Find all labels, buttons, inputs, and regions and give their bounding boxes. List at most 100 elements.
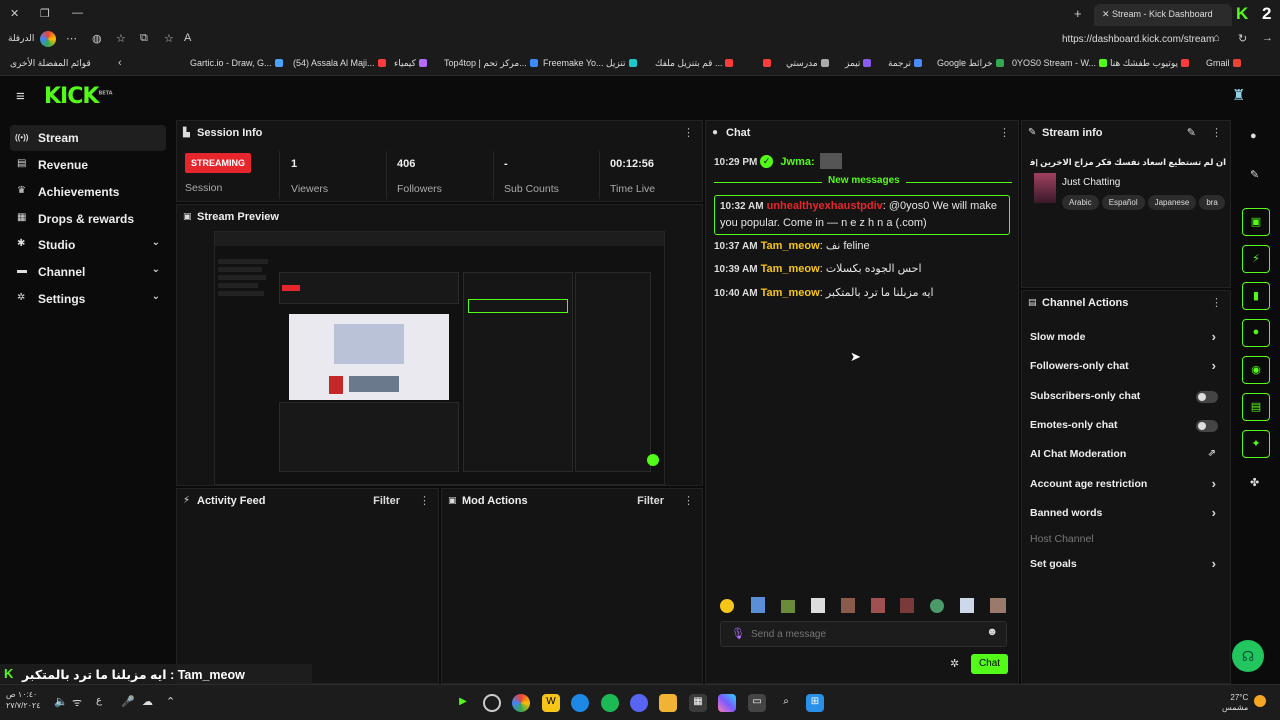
- wifi-icon[interactable]: ᯤ: [72, 695, 82, 710]
- bookmark-item[interactable]: 0YOS0 Stream - W...: [1012, 58, 1108, 68]
- bookmark-item[interactable]: Gartic.io - Draw, G...: [190, 58, 283, 68]
- chat-message-highlighted[interactable]: 10:32 AM unhealthyexhaustpdiv: @0yos0 We…: [714, 195, 1010, 235]
- user-avatar[interactable]: ♜: [1232, 86, 1245, 104]
- url-text[interactable]: https://dashboard.kick.com/stream: [1062, 34, 1214, 45]
- bookmark-item[interactable]: Google خرائط: [937, 58, 1004, 69]
- emote-icon[interactable]: [990, 598, 1006, 613]
- kebab-menu-icon[interactable]: ⋮: [419, 494, 430, 507]
- profile-avatar-icon[interactable]: [40, 31, 56, 47]
- obs-icon[interactable]: [483, 694, 501, 712]
- sidebar-item-stream[interactable]: ((•)) Stream: [10, 125, 166, 151]
- cloud-icon[interactable]: ☁: [142, 695, 153, 708]
- support-headset-icon[interactable]: ☊: [1232, 640, 1264, 672]
- emote-icon[interactable]: [871, 598, 885, 613]
- ai-chat-moderation-item[interactable]: AI Chat Moderation ⇗: [1030, 448, 1220, 470]
- collections-icon[interactable]: ◍: [92, 32, 102, 45]
- hamburger-menu-icon[interactable]: ≡: [16, 88, 25, 105]
- chat-message[interactable]: 10:39 AM Tam_meow: احس الجوده بكسلات: [714, 261, 1008, 278]
- profile-label[interactable]: الدرفلة: [8, 33, 34, 44]
- kick-studio-icon[interactable]: ▶: [454, 694, 472, 712]
- category-name[interactable]: Just Chatting: [1062, 177, 1120, 188]
- microphone-icon[interactable]: 🎤: [121, 695, 135, 708]
- clock[interactable]: ١٠:٤٠ ص ٢٧/٧/٢٠٢٤: [6, 689, 41, 711]
- bookmark-item[interactable]: ترجمة: [888, 58, 923, 69]
- new-tab-icon[interactable]: +: [1074, 6, 1082, 21]
- chevron-up-icon[interactable]: ⌃: [166, 695, 175, 708]
- tag-pill[interactable]: Arabic: [1062, 195, 1099, 210]
- extensions-icon[interactable]: ⧉: [140, 32, 148, 45]
- sidebar-item-drops-rewards[interactable]: ▦ Drops & rewards: [10, 206, 166, 232]
- refresh-icon[interactable]: ↻: [1238, 32, 1247, 45]
- bookmark-item[interactable]: كيمياء: [394, 58, 427, 69]
- emotes-only-toggle[interactable]: [1196, 420, 1218, 432]
- volume-icon[interactable]: 🔈: [54, 695, 68, 708]
- emote-icon[interactable]: [960, 598, 974, 613]
- task-view-icon[interactable]: ▭: [748, 694, 766, 712]
- tag-pill[interactable]: Español: [1101, 195, 1145, 210]
- restore-icon[interactable]: ❐: [40, 7, 50, 20]
- chevron-left-icon[interactable]: ‹: [118, 57, 122, 69]
- forward-icon[interactable]: →: [1262, 32, 1273, 44]
- bookmark-item[interactable]: (54) Assala Al Maji...: [293, 58, 386, 68]
- sidebar-item-settings[interactable]: ✲ Settings ⌄: [10, 286, 166, 312]
- pinned-message[interactable]: 10:29 PM ✓ Jwma:: [714, 153, 1008, 171]
- language-icon[interactable]: ع: [96, 695, 102, 706]
- discord-icon[interactable]: [630, 694, 648, 712]
- more-icon[interactable]: ⋯: [66, 32, 77, 45]
- activity-filter-button[interactable]: Filter: [373, 495, 400, 507]
- pencil-icon[interactable]: ✎: [1250, 168, 1259, 181]
- read-aloud-icon[interactable]: A: [184, 32, 191, 44]
- kebab-menu-icon[interactable]: ⋮: [683, 494, 694, 507]
- bookmark-item[interactable]: Gmail: [1206, 58, 1241, 68]
- minimize-icon[interactable]: —: [72, 7, 83, 19]
- emote-icon[interactable]: [930, 599, 944, 613]
- rail-mod-button[interactable]: ▮: [1242, 282, 1270, 310]
- emote-icon[interactable]: [751, 597, 765, 613]
- spotify-icon[interactable]: [601, 694, 619, 712]
- chat-input-box[interactable]: 🎙 ☻: [720, 621, 1007, 647]
- emote-icon[interactable]: [811, 598, 825, 613]
- whiteboard-icon[interactable]: W: [542, 694, 560, 712]
- emoji-picker-icon[interactable]: ☻: [986, 626, 998, 638]
- bookmark-item[interactable]: [760, 58, 771, 68]
- close-icon[interactable]: ✕: [10, 7, 19, 20]
- kebab-menu-icon[interactable]: ⋮: [683, 126, 694, 139]
- bookmark-item[interactable]: قم بتنزيل ملفك ...: [655, 58, 734, 69]
- layout-icon[interactable]: ✤: [1250, 476, 1259, 489]
- set-goals-item[interactable]: Set goals ›: [1030, 556, 1220, 580]
- bookmark-item[interactable]: تيمز: [845, 58, 872, 69]
- rail-session-button[interactable]: ▣: [1242, 208, 1270, 236]
- emote-icon[interactable]: [900, 598, 914, 613]
- chrome-icon[interactable]: [512, 694, 530, 712]
- subscribers-only-toggle[interactable]: [1196, 391, 1218, 403]
- bookmark-other-favorites[interactable]: قوائم المفضلة الأخرى: [10, 58, 91, 69]
- edit-icon[interactable]: ✎: [1187, 126, 1196, 139]
- browser-tab[interactable]: ✕ Stream - Kick Dashboard: [1094, 4, 1232, 26]
- sidebar-item-channel[interactable]: ▬ Channel ⌄: [10, 259, 166, 285]
- tag-pill[interactable]: bra: [1199, 195, 1225, 210]
- emote-icon[interactable]: [781, 600, 795, 613]
- sidebar-item-revenue[interactable]: ▤ Revenue: [10, 152, 166, 178]
- bookmark-item[interactable]: Top4top | مركز تحم...: [444, 58, 538, 69]
- kebab-menu-icon[interactable]: ⋮: [999, 126, 1010, 139]
- lock-icon[interactable]: ⌂: [1213, 32, 1220, 44]
- kick-logo[interactable]: KICKBETA: [44, 84, 113, 109]
- chat-message[interactable]: 10:37 AM Tam_meow: نف feline: [714, 238, 1008, 255]
- bookmark-item[interactable]: مدرستي: [786, 58, 829, 69]
- copilot-icon[interactable]: [718, 694, 736, 712]
- edge-icon[interactable]: [571, 694, 589, 712]
- rail-chat-button[interactable]: ●: [1242, 319, 1270, 347]
- chat-message[interactable]: 10:40 AM Tam_meow: ايه مزبلنا ما ترد بال…: [714, 285, 1008, 302]
- search-icon[interactable]: ⌕: [777, 694, 795, 712]
- rail-tools-button[interactable]: ✦: [1242, 430, 1270, 458]
- add-favorite-icon[interactable]: ☆: [164, 32, 174, 45]
- banned-words-item[interactable]: Banned words ›: [1030, 505, 1220, 529]
- account-age-item[interactable]: Account age restriction ›: [1030, 476, 1220, 500]
- send-chat-button[interactable]: Chat: [971, 654, 1008, 674]
- info-icon[interactable]: ●: [1250, 130, 1257, 142]
- rail-activity-button[interactable]: ⚡: [1242, 245, 1270, 273]
- emoji-icon[interactable]: [720, 599, 734, 613]
- emote-icon[interactable]: [841, 598, 855, 613]
- chat-settings-gear-icon[interactable]: ✲: [950, 657, 959, 670]
- rail-broadcast-button[interactable]: ◉: [1242, 356, 1270, 384]
